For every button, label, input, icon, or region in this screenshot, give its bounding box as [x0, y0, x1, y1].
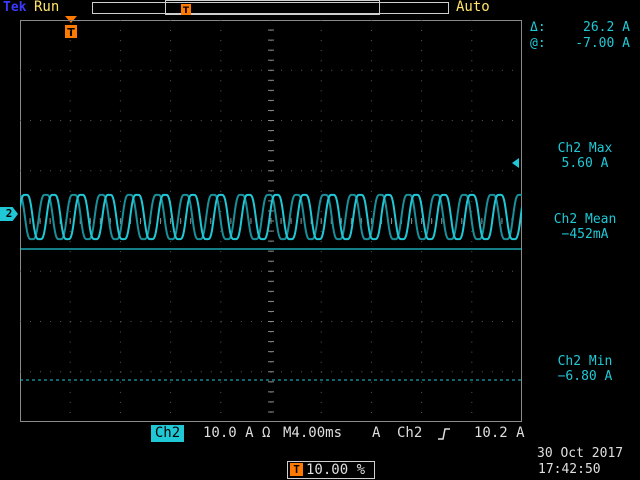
record-trigger-icon: T: [181, 4, 191, 16]
trigger-source: Ch2: [397, 425, 423, 441]
channel-scale: 10.0 A Ω: [203, 425, 271, 441]
trigger-position-value: 10.00 %: [306, 462, 366, 478]
date-text: 30 Oct 2017: [537, 446, 624, 461]
rising-edge-icon: [438, 428, 450, 440]
measurement-max: Ch2 Max 5.60 A: [557, 141, 613, 171]
trigger-mode: Auto: [456, 0, 490, 15]
trigger-level: 10.2 A: [474, 425, 525, 441]
timebase-setting: M4.00ms: [283, 425, 343, 441]
cursor-delta: Δ: 26.2 A: [530, 20, 630, 35]
trigger-position-icon: T: [290, 463, 303, 476]
time-text: 17:42:50: [538, 462, 601, 477]
measurement-mean: Ch2 Mean −452mA: [553, 212, 617, 242]
channel-2-label[interactable]: Ch2: [151, 425, 184, 442]
trigger-position: T 10.00 %: [287, 461, 375, 479]
measurement-min: Ch2 Min −6.80 A: [557, 354, 613, 384]
record-window[interactable]: [165, 0, 380, 15]
trigger-coupling: A: [372, 425, 381, 441]
svg-text:T: T: [183, 6, 190, 16]
trigger-level-arrow-icon: [512, 158, 519, 168]
run-state: Run: [34, 0, 60, 15]
cursor-at: @: -7.00 A: [530, 36, 630, 51]
channel-2-marker[interactable]: 2: [0, 207, 18, 221]
waveform-display[interactable]: [20, 20, 522, 422]
graticule: [20, 20, 522, 422]
brand-logo: Tek: [3, 0, 27, 15]
datetime: 30 Oct 2017 17:42:50: [537, 446, 623, 478]
